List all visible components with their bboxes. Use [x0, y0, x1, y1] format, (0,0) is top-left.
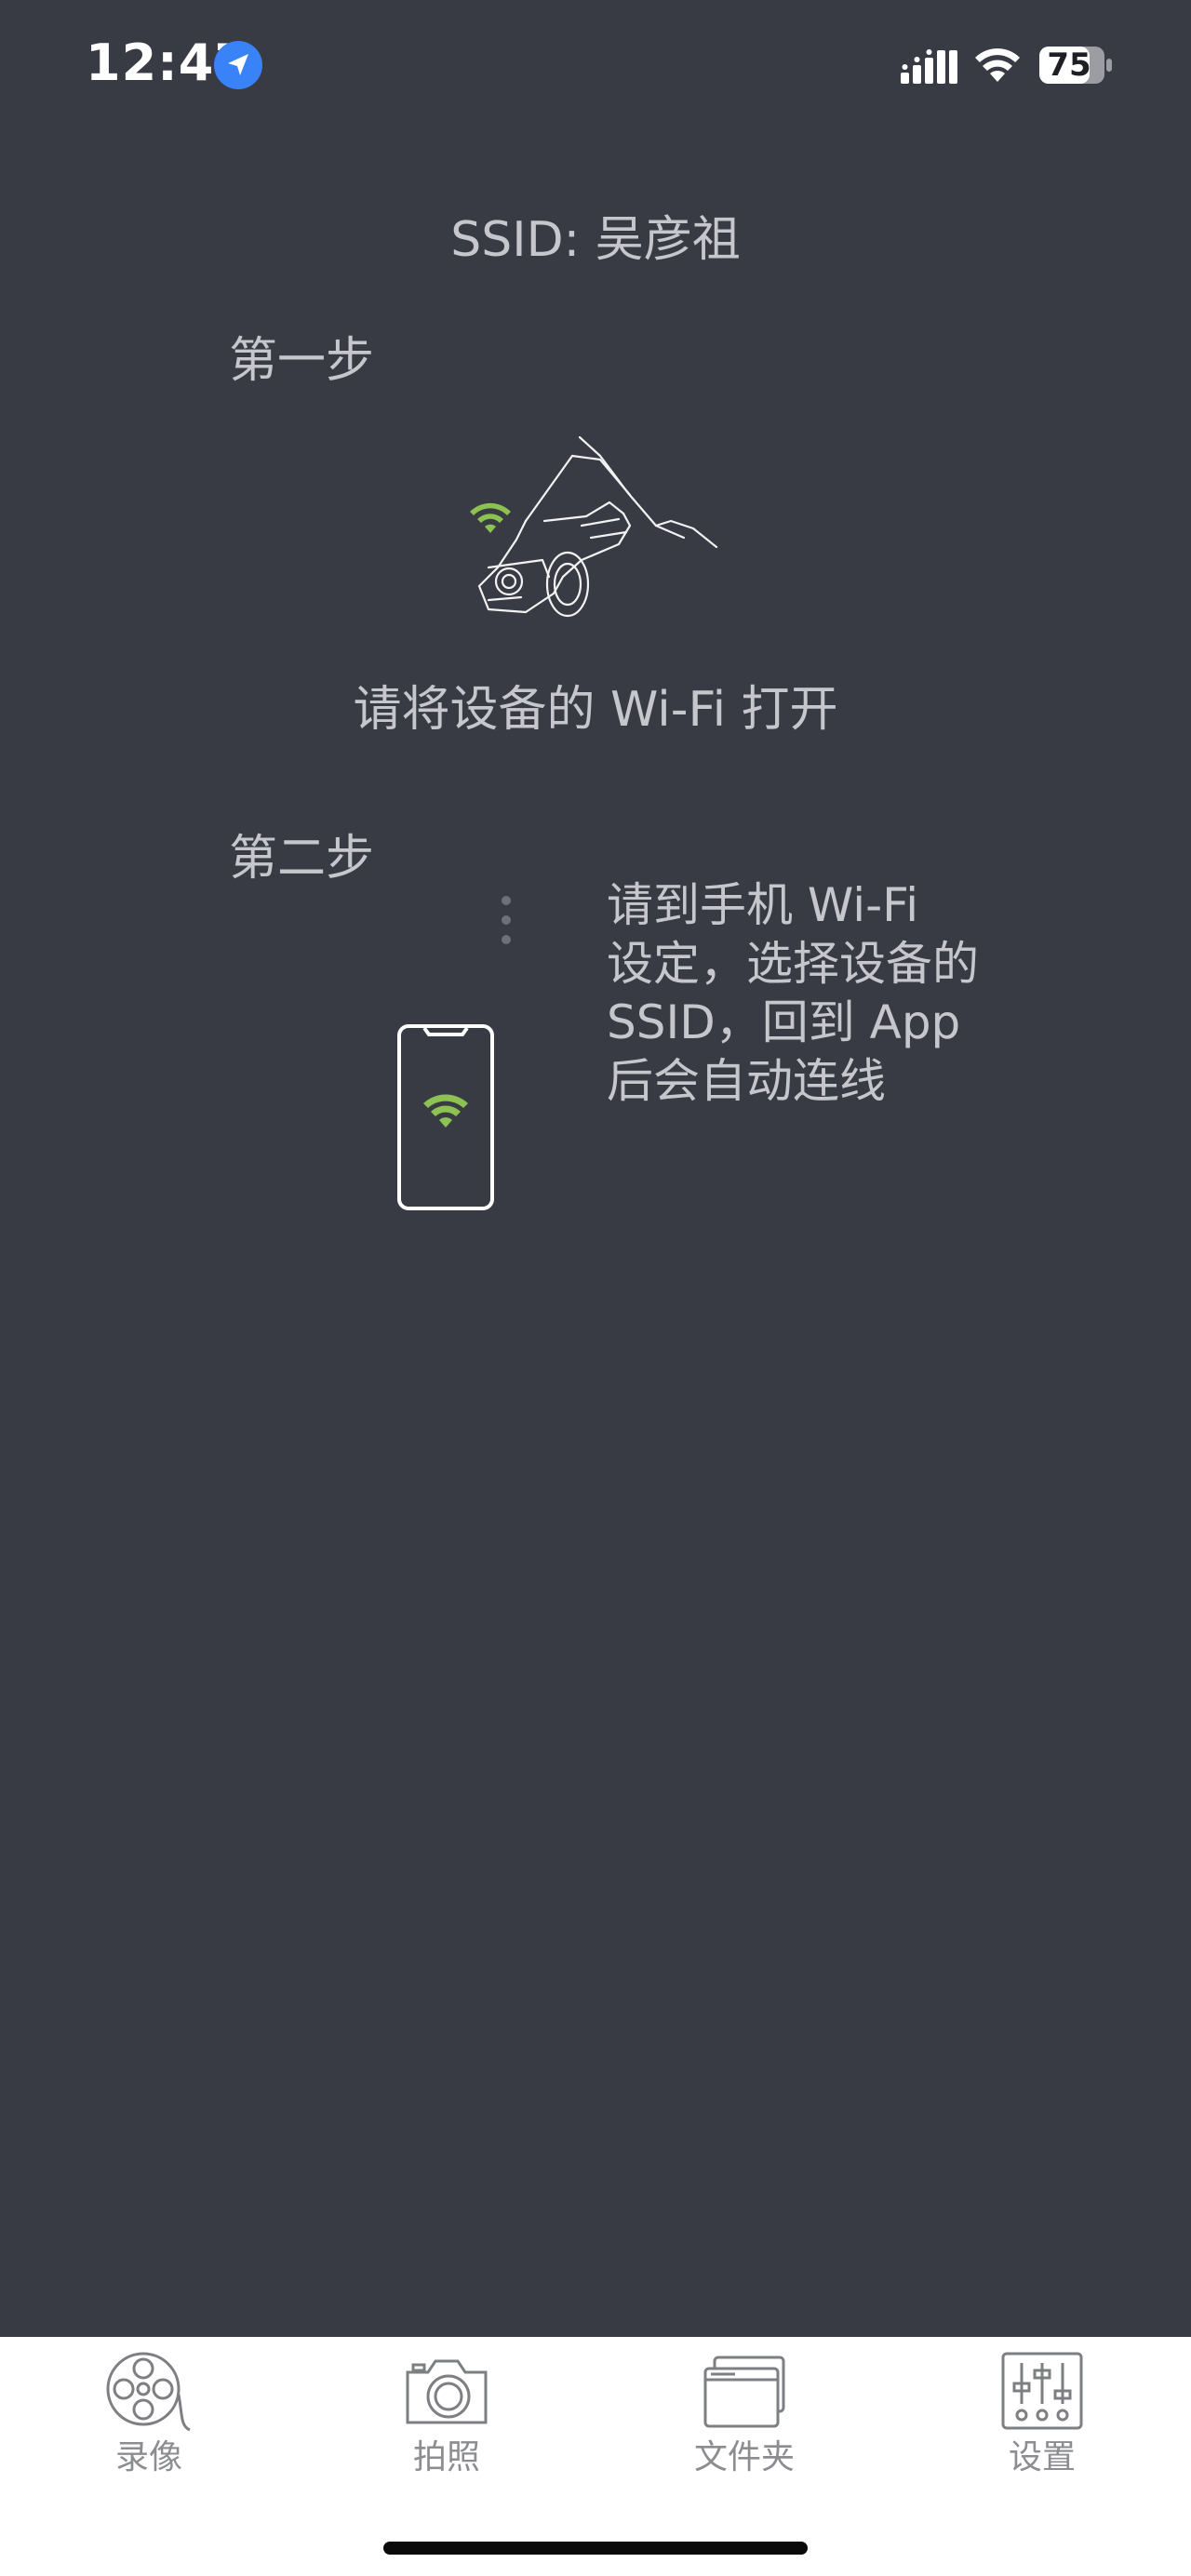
- location-icon: [214, 41, 262, 89]
- step1-instruction: 请将设备的 Wi-Fi 打开: [353, 682, 838, 738]
- ssid-label: SSID: 吴彦祖: [450, 212, 741, 268]
- folder-icon: [703, 2356, 785, 2428]
- tab-settings-label: 设置: [1008, 2438, 1076, 2476]
- battery-level: 75: [1047, 47, 1091, 84]
- tab-settings[interactable]: 设置: [940, 2337, 1144, 2495]
- tab-folder-label: 文件夹: [693, 2438, 795, 2476]
- home-indicator[interactable]: [383, 2542, 808, 2555]
- tab-record-label: 录像: [114, 2438, 182, 2476]
- camera-icon: [406, 2359, 488, 2424]
- step2-title: 第二步: [229, 831, 375, 887]
- signal-icon: [901, 49, 957, 84]
- film-reel-icon: [106, 2352, 191, 2432]
- step2-instruction: 请到手机 Wi-Fi 设定，选择设备的 SSID，回到 App 后会自动连线: [607, 878, 979, 1108]
- wifi-icon: [423, 1094, 468, 1128]
- wifi-icon: [470, 502, 511, 533]
- tab-photo[interactable]: 拍照: [344, 2337, 549, 2495]
- tab-record[interactable]: 录像: [47, 2337, 251, 2495]
- vertical-dots-icon: [502, 896, 511, 944]
- wifi-setup-screen: 12:47 75 SSID: 吴彦祖 第一步 请将设备的 Wi-Fi 打开 第二…: [0, 0, 1191, 2576]
- dashcam-device-illustration: [470, 435, 718, 618]
- step1-title: 第一步: [229, 333, 375, 389]
- tab-bar: 录像 拍照 文件夹 设置: [0, 2337, 1191, 2576]
- tab-folder[interactable]: 文件夹: [642, 2337, 847, 2495]
- sliders-icon: [1001, 2352, 1083, 2430]
- phone-illustration: [397, 1024, 494, 1210]
- wifi-icon: [975, 48, 1020, 82]
- tab-photo-label: 拍照: [412, 2438, 480, 2476]
